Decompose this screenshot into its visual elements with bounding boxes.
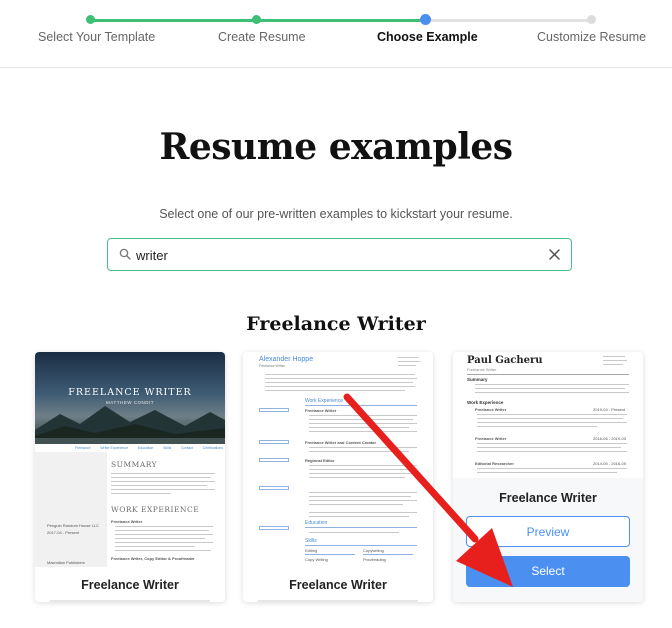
thumbnail-job-title: Freelance Writer [111, 519, 143, 524]
stepper-track [90, 19, 591, 22]
thumbnail-job-title: Freelance Writer [475, 407, 507, 412]
resume-example-card-hovered[interactable]: Paul Gacheru Freelance Writer Summary Wo… [453, 352, 643, 602]
step-choose-example: Choose Example [377, 30, 478, 44]
step-select-template[interactable]: Select Your Template [38, 30, 155, 44]
page-subtitle: Select one of our pre-written examples t… [159, 207, 513, 221]
thumbnail-heading: Work Experience [305, 398, 343, 404]
search-box[interactable] [107, 238, 572, 271]
thumbnail-heading: Summary [467, 377, 488, 382]
thumbnail-skill: Copywriting [363, 548, 384, 553]
resume-example-card[interactable]: Alexander Hoppe Freelance Writer Work Ex… [243, 352, 433, 602]
select-button[interactable]: Select [466, 556, 630, 587]
thumbnail-skill: Editing [305, 548, 318, 553]
thumbnail-heading: Work Experience [467, 400, 504, 405]
thumbnail-skill: Copy Writing [305, 557, 328, 562]
progress-stepper: Select Your Template Create Resume Choos… [0, 0, 672, 68]
page-title: Resume examples [159, 126, 513, 168]
step-dot-select-template [86, 15, 95, 24]
mountain-landscape-image [35, 406, 225, 444]
thumbnail-employer: Penguin Random House LLC [47, 523, 100, 528]
preview-button[interactable]: Preview [466, 516, 630, 547]
thumbnail-nav-item: Certifications [202, 446, 223, 450]
thumbnail-date: 2016-06 - 2019-03 [593, 436, 626, 441]
thumbnail-skill: Proofreading [363, 557, 386, 562]
card-caption: Freelance Writer [81, 578, 179, 592]
card-caption: Freelance Writer [289, 578, 387, 592]
thumbnail-name: Alexander Hoppe [259, 356, 314, 363]
step-dot-create-resume [252, 15, 261, 24]
thumbnail-summary-heading: SUMMARY [111, 460, 158, 469]
thumbnail-name: FREELANCE WRITER [68, 387, 192, 398]
search-icon [119, 248, 131, 260]
resume-example-card[interactable]: FREELANCE WRITER MATTHEW CONDIT Freelanc… [35, 352, 225, 602]
thumbnail-heading: Education [305, 520, 328, 526]
thumbnail-experience-heading: WORK EXPERIENCE [111, 505, 200, 514]
thumbnail-date: 2014-05 - 2016-05 [593, 461, 626, 466]
thumbnail-job-title: Freelance Writer [305, 408, 337, 413]
card-caption: Freelance Writer [499, 491, 597, 505]
thumbnail-nav-item: Education [137, 446, 154, 450]
step-dot-choose-example [420, 14, 431, 25]
thumbnail-job-title: Freelance Writer and Content Creator [305, 440, 377, 445]
card-divider [258, 600, 418, 602]
thumbnail-heading: Skills [305, 538, 317, 544]
thumbnail-name: Paul Gacheru [467, 355, 543, 366]
close-icon[interactable] [548, 248, 561, 261]
thumbnail-job-title: Freelance Writer [475, 436, 507, 441]
results-section-title: Freelance Writer [246, 313, 426, 335]
thumbnail-nav-item: Skills [163, 446, 172, 450]
thumbnail-subtitle: MATTHEW CONDIT [106, 400, 154, 405]
thumbnail-date: 2017-04 - Present [47, 530, 80, 535]
thumbnail-subtitle: Freelance Writer [467, 367, 497, 372]
step-dot-customize-resume [587, 15, 596, 24]
thumbnail-employer: Macmillan Publishers [47, 560, 85, 565]
thumbnail-sidebar: Penguin Random House LLC 2017-04 - Prese… [35, 452, 107, 567]
thumbnail-date: 2019-04 - Present [593, 407, 626, 412]
thumbnail-job-title: Freelance Writer, Copy Editor & Proofrea… [111, 556, 195, 561]
card-divider [50, 600, 210, 602]
resume-thumbnail-header-photo: FREELANCE WRITER MATTHEW CONDIT [35, 352, 225, 444]
step-create-resume[interactable]: Create Resume [218, 30, 306, 44]
thumbnail-job-title: Editorial Researcher [475, 461, 514, 466]
search-input[interactable] [136, 245, 536, 265]
thumbnail-nav-item: Contact [180, 446, 194, 450]
thumbnail-job-title: Regional Editor [305, 458, 335, 463]
thumbnail-subtitle: Freelance Writer [259, 364, 285, 368]
step-customize-resume: Customize Resume [537, 30, 647, 44]
